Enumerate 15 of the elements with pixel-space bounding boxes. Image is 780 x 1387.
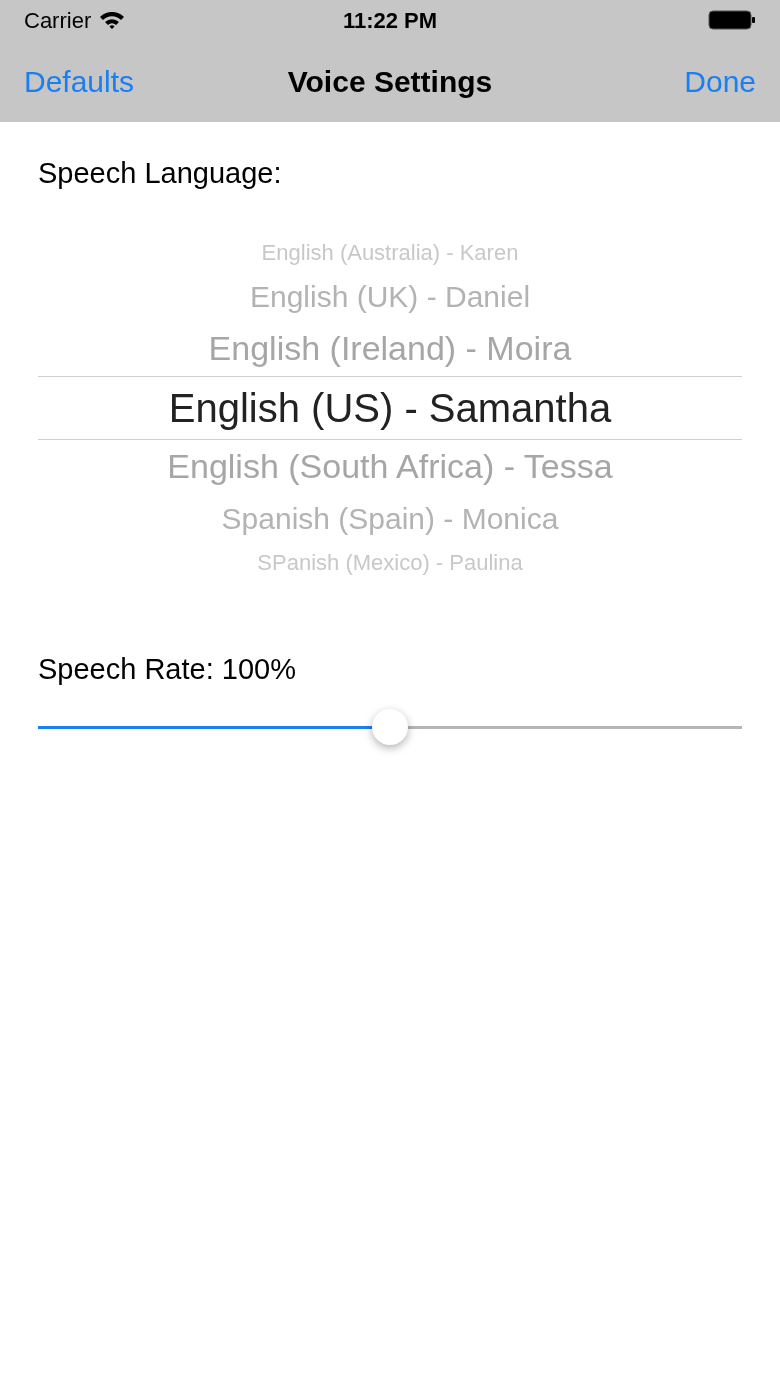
battery-icon xyxy=(708,10,756,30)
picker-option[interactable]: English (Ireland) - Moira xyxy=(38,321,742,376)
defaults-button[interactable]: Defaults xyxy=(24,58,135,104)
done-button[interactable]: Done xyxy=(684,58,756,104)
screen-title: Voice Settings xyxy=(287,63,493,100)
picker-option[interactable]: English (US) - Samantha xyxy=(38,375,742,440)
picker-option[interactable]: English (UK) - Daniel xyxy=(38,271,742,322)
section-label: Speech Language: xyxy=(38,156,283,191)
wifi-icon xyxy=(99,10,126,30)
status-time: 11:22 PM xyxy=(342,6,438,35)
rate-label: Speech Rate: 100% xyxy=(38,651,297,687)
slider-thumb[interactable] xyxy=(372,709,408,745)
picker-option[interactable]: English (South Africa) - Tessa xyxy=(38,439,742,494)
carrier-label: Carrier xyxy=(24,6,92,35)
picker-option[interactable]: Spanish (Spain) - Monica xyxy=(38,493,742,544)
